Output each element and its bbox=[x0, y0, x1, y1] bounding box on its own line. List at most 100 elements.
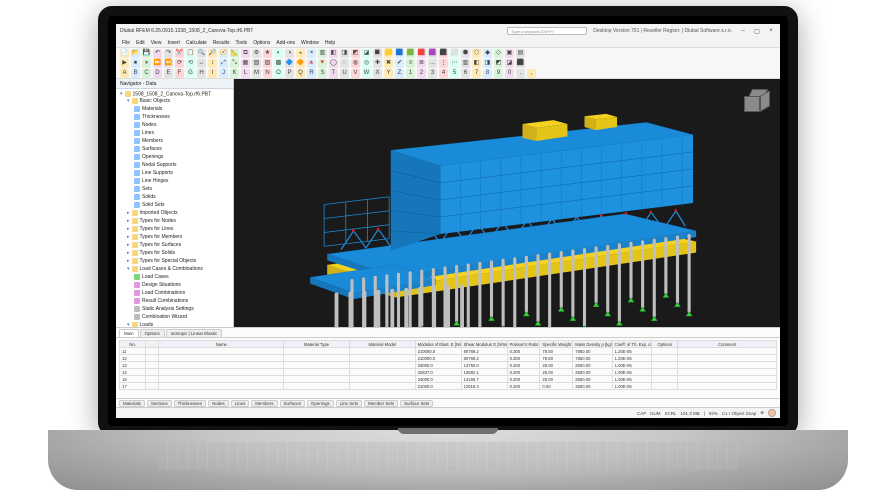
toolbar-button[interactable]: 🔶 bbox=[296, 59, 305, 68]
toolbar-button[interactable]: ◒ bbox=[296, 49, 305, 58]
tree-folder[interactable]: ▸Types for Members bbox=[127, 233, 231, 241]
toolbar-button[interactable]: ⏪ bbox=[164, 59, 173, 68]
toolbar-button[interactable]: 7 bbox=[472, 69, 481, 78]
cell[interactable]: 80769.2 bbox=[461, 355, 507, 362]
toolbar-button[interactable]: , bbox=[527, 69, 536, 78]
toolbar-button[interactable]: 📂 bbox=[131, 49, 140, 58]
cell[interactable] bbox=[146, 383, 159, 390]
tree-item[interactable]: Surfaces bbox=[134, 145, 231, 153]
col-header[interactable]: No. bbox=[120, 341, 146, 348]
toolbar-button[interactable]: Q bbox=[296, 69, 305, 78]
toolbar-button[interactable]: 🔺 bbox=[307, 59, 316, 68]
data-tab-2[interactable]: Isotropic | Linear Elastic bbox=[166, 329, 223, 337]
cell[interactable]: 7850.00 bbox=[573, 355, 612, 362]
cell[interactable] bbox=[678, 383, 777, 390]
tree-item[interactable]: Openings bbox=[134, 153, 231, 161]
toolbar-button[interactable]: ◧ bbox=[329, 49, 338, 58]
tree-item[interactable]: Solids bbox=[134, 193, 231, 201]
navigator-tree[interactable]: ▾1508_1508_2_Canova-Top.rf6.PBT▾Basic Ob… bbox=[116, 89, 233, 327]
toolbar-button[interactable]: 🔷 bbox=[285, 59, 294, 68]
cell[interactable]: 210000.0 bbox=[415, 355, 461, 362]
tree-folder[interactable]: ▸Types for Special Objects bbox=[127, 257, 231, 265]
cell[interactable]: 2500.00 bbox=[573, 383, 612, 390]
toolbar-button[interactable]: ✚ bbox=[373, 59, 382, 68]
toolbar-button[interactable]: ✂️ bbox=[175, 49, 184, 58]
toolbar-button[interactable]: F bbox=[175, 69, 184, 78]
menu-window[interactable]: Window bbox=[301, 40, 319, 46]
cell[interactable] bbox=[146, 362, 159, 369]
materials-table[interactable]: No.NameMaterial TypeMaterial ModelModulu… bbox=[119, 340, 777, 390]
toolbar-button[interactable]: G bbox=[186, 69, 195, 78]
toolbar-button[interactable]: ◩ bbox=[351, 49, 360, 58]
cell[interactable]: 78.50 bbox=[540, 355, 573, 362]
cell[interactable] bbox=[678, 348, 777, 355]
toolbar-button[interactable]: ◪ bbox=[362, 49, 371, 58]
toolbar-button[interactable]: 2 bbox=[417, 69, 426, 78]
col-header[interactable]: Poisson's Ratio ν [-] bbox=[507, 341, 540, 348]
toolbar-button[interactable]: ≣ bbox=[417, 59, 426, 68]
cell[interactable]: 0.200 bbox=[507, 362, 540, 369]
tree-folder[interactable]: ▸Imported Objects bbox=[127, 209, 231, 217]
cell[interactable]: 0.200 bbox=[507, 369, 540, 376]
col-header[interactable]: Options bbox=[652, 341, 678, 348]
tree-folder[interactable]: ▸Types for Solids bbox=[127, 249, 231, 257]
col-header[interactable]: Shear Modulus G [N/mm²] bbox=[461, 341, 507, 348]
cell[interactable] bbox=[159, 362, 284, 369]
cell[interactable] bbox=[284, 376, 350, 383]
tree-item[interactable]: Sets bbox=[134, 185, 231, 193]
toolbar-button[interactable]: 3 bbox=[428, 69, 437, 78]
data-grid[interactable]: No.NameMaterial TypeMaterial ModelModulu… bbox=[116, 338, 780, 398]
sheet-tab[interactable]: Member Sets bbox=[364, 400, 398, 407]
menu-view[interactable]: View bbox=[151, 40, 162, 46]
window-minimize-button[interactable]: – bbox=[738, 26, 748, 36]
toolbar-button[interactable]: ✖ bbox=[384, 59, 393, 68]
toolbar-button[interactable]: ✔ bbox=[395, 59, 404, 68]
cell[interactable] bbox=[349, 355, 415, 362]
toolbar-button[interactable]: C bbox=[142, 69, 151, 78]
toolbar-button[interactable]: ◩ bbox=[494, 59, 503, 68]
tree-item[interactable]: Load Cases bbox=[134, 273, 231, 281]
toolbar-button[interactable]: ⧉ bbox=[241, 49, 250, 58]
col-header[interactable]: Material Type bbox=[284, 341, 350, 348]
cell[interactable] bbox=[652, 362, 678, 369]
toolbar-button[interactable]: K bbox=[230, 69, 239, 78]
tree-item[interactable]: Nodes bbox=[134, 121, 231, 129]
toolbar-button[interactable]: ⏹ bbox=[131, 59, 140, 68]
menu-file[interactable]: File bbox=[122, 40, 130, 46]
cell[interactable] bbox=[284, 355, 350, 362]
cell[interactable]: 12 bbox=[120, 355, 146, 362]
toolbar-button[interactable]: A bbox=[120, 69, 129, 78]
tree-item[interactable]: Load Combinations bbox=[134, 289, 231, 297]
model-viewport-3d[interactable] bbox=[234, 79, 780, 327]
table-row[interactable]: 1534000.014166.70.20025.002500.001.00E-0… bbox=[120, 376, 777, 383]
tree-item[interactable]: Line Hinges bbox=[134, 177, 231, 185]
tree-folder[interactable]: ▸Types for Nodes bbox=[127, 217, 231, 225]
cell[interactable]: 1.00E-05 bbox=[612, 383, 651, 390]
cell[interactable] bbox=[146, 369, 159, 376]
sheet-tab[interactable]: Surfaces bbox=[280, 400, 305, 407]
cell[interactable]: 34000.0 bbox=[415, 376, 461, 383]
cell[interactable] bbox=[349, 369, 415, 376]
toolbar-button[interactable]: S bbox=[318, 69, 327, 78]
tree-item[interactable]: Result Combinations bbox=[134, 297, 231, 305]
data-tab-0[interactable]: Main bbox=[119, 329, 139, 337]
toolbar-button[interactable]: ▨ bbox=[263, 59, 272, 68]
global-search-input[interactable]: Type a keyword (Ctrl+F) bbox=[507, 27, 587, 35]
toolbar-button[interactable]: ≡ bbox=[406, 59, 415, 68]
cell[interactable]: 33000.0 bbox=[415, 362, 461, 369]
cell[interactable]: 13750.0 bbox=[461, 362, 507, 369]
menu-add-ons[interactable]: Add-ons bbox=[276, 40, 295, 46]
toolbar-button[interactable]: ▥ bbox=[461, 59, 470, 68]
toolbar-button[interactable]: ↷ bbox=[164, 49, 173, 58]
toolbar-button[interactable]: H bbox=[197, 69, 206, 78]
toolbar-button[interactable]: B bbox=[131, 69, 140, 78]
cell[interactable]: 78.50 bbox=[540, 348, 573, 355]
toolbar-button[interactable]: 💾 bbox=[142, 49, 151, 58]
toolbar-button[interactable]: ▧ bbox=[252, 59, 261, 68]
toolbar-button[interactable]: . bbox=[516, 69, 525, 78]
cell[interactable] bbox=[652, 369, 678, 376]
toolbar-button[interactable]: 0 bbox=[505, 69, 514, 78]
table-row[interactable]: 12210000.080769.20.30078.507850.001.20E-… bbox=[120, 355, 777, 362]
toolbar-button[interactable]: 📋 bbox=[186, 49, 195, 58]
menu-options[interactable]: Options bbox=[253, 40, 270, 46]
